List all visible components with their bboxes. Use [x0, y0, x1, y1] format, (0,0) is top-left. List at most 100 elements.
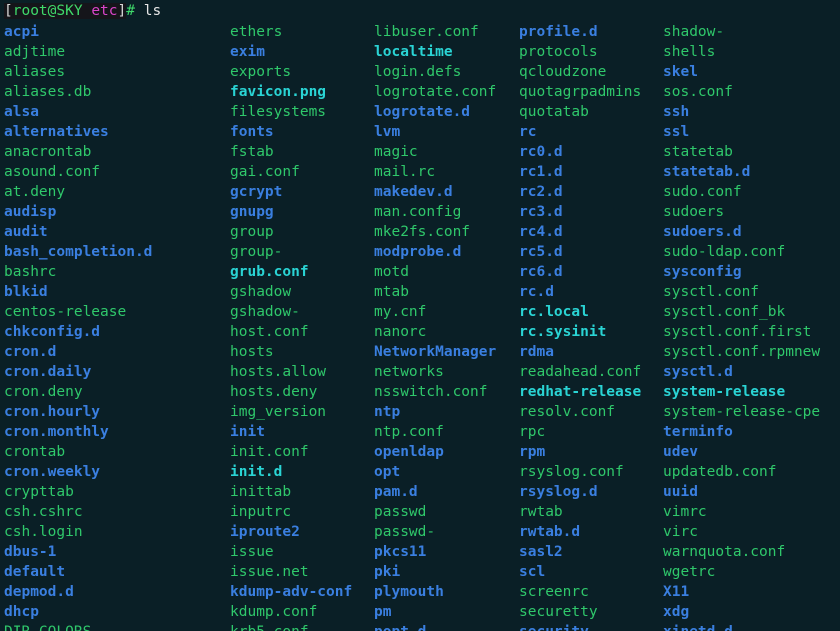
ls-entry: acpi	[4, 24, 39, 40]
ls-entry: grub.conf	[230, 264, 309, 280]
ls-entry: rwtab	[519, 504, 563, 520]
ls-entry: init	[230, 424, 265, 440]
ls-entry: statetab.d	[663, 164, 751, 180]
ls-entry: rsyslog.conf	[519, 464, 624, 480]
ls-entry: sysctl.conf_bk	[663, 304, 786, 320]
ls-entry: lvm	[374, 124, 401, 140]
ls-entry: gcrypt	[230, 184, 283, 200]
ls-entry: sasl2	[519, 544, 563, 560]
ls-entry: inittab	[230, 484, 292, 500]
ls-entry: updatedb.conf	[663, 464, 777, 480]
ls-entry: group	[230, 224, 274, 240]
ls-entry: xdg	[663, 604, 690, 620]
ls-entry: sudoers.d	[663, 224, 742, 240]
ls-entry: sudoers	[663, 204, 725, 220]
ls-entry: popt.d	[374, 622, 496, 631]
ls-entry: csh.cshrc	[4, 504, 83, 520]
ls-entry: quotagrpadmins	[519, 84, 642, 100]
ls-entry: pki	[374, 564, 401, 580]
ls-entry: openldap	[374, 444, 444, 460]
ls-entry: rwtab.d	[519, 524, 581, 540]
ls-column-1: ethers exim exports favicon.png filesystems f…	[230, 22, 352, 631]
ls-entry: adjtime	[4, 44, 66, 60]
ls-entry: rc2.d	[519, 184, 563, 200]
ls-entry: DIR_COLORS	[4, 622, 170, 631]
ls-entry: chkconfig.d	[4, 324, 101, 340]
ls-entry: sudo-ldap.conf	[663, 244, 786, 260]
ls-entry: cron.weekly	[4, 464, 101, 480]
ls-entry: terminfo	[663, 424, 733, 440]
ls-entry: hosts	[230, 344, 274, 360]
ls-entry: pkcs11	[374, 544, 427, 560]
ls-entry: asound.conf	[4, 164, 101, 180]
ls-entry: sysctl.conf.first	[663, 324, 812, 340]
ls-entry: ssl	[663, 124, 690, 140]
ls-entry: uuid	[663, 484, 698, 500]
ls-entry: resolv.conf	[519, 404, 616, 420]
ls-entry: cron.daily	[4, 364, 92, 380]
terminal-window[interactable]: [root@SKY etc]# ls acpi adjtime aliases ali…	[0, 0, 840, 631]
ls-entry: group-	[230, 244, 283, 260]
ls-entry: readahead.conf	[519, 364, 642, 380]
ls-entry: wgetrc	[663, 564, 716, 580]
ls-entry: issue.net	[230, 564, 309, 580]
ls-entry: shells	[663, 44, 716, 60]
ls-column-0: acpi adjtime aliases aliases.db alsa alternat…	[4, 22, 170, 631]
ls-entry: img_version	[230, 404, 327, 420]
ls-entry: audit	[4, 224, 48, 240]
ls-entry: krb5.conf	[230, 622, 352, 631]
ls-entry: rc.d	[519, 284, 554, 300]
ls-entry: logrotate.d	[374, 104, 471, 120]
ls-entry: system-release-cpe	[663, 404, 821, 420]
ls-entry: cron.d	[4, 344, 57, 360]
ls-entry: alternatives	[4, 124, 109, 140]
ls-entry: ssh	[663, 104, 690, 120]
ls-output: acpi adjtime aliases aliases.db alsa alternat…	[0, 22, 840, 631]
ls-entry: NetworkManager	[374, 344, 497, 360]
ls-entry: pm	[374, 604, 392, 620]
ls-entry: makedev.d	[374, 184, 453, 200]
ls-entry: favicon.png	[230, 84, 327, 100]
ls-entry: aliases.db	[4, 84, 92, 100]
ls-entry: at.deny	[4, 184, 66, 200]
shell-prompt-line: [root@SKY etc]# ls	[4, 1, 161, 21]
ls-entry: sysctl.d	[663, 364, 733, 380]
ls-entry: inputrc	[230, 504, 292, 520]
ls-entry: default	[4, 564, 66, 580]
ls-entry: rc3.d	[519, 204, 563, 220]
ls-entry: host.conf	[230, 324, 309, 340]
ls-entry: quotatab	[519, 104, 589, 120]
ls-entry: X11	[663, 584, 690, 600]
ls-entry: opt	[374, 464, 401, 480]
ls-column-3: profile.d protocols qcloudzone quotagrpadmi…	[519, 22, 641, 631]
ls-entry: ethers	[230, 24, 283, 40]
ls-entry: udev	[663, 444, 698, 460]
ls-entry: sudo.conf	[663, 184, 742, 200]
ls-entry: blkid	[4, 284, 48, 300]
prompt-user-host: root@SKY	[12, 3, 83, 19]
ls-entry: rdma	[519, 344, 554, 360]
ls-entry: pam.d	[374, 484, 418, 500]
ls-entry: rc0.d	[519, 144, 563, 160]
ls-entry: hosts.deny	[230, 384, 318, 400]
ls-entry: depmod.d	[4, 584, 74, 600]
prompt-command-text: ls	[143, 3, 162, 19]
ls-entry: aliases	[4, 64, 66, 80]
prompt-open-bracket: [	[4, 3, 13, 19]
ls-entry: sysctl.conf	[663, 284, 760, 300]
ls-entry: crypttab	[4, 484, 74, 500]
ls-entry: vimrc	[663, 504, 707, 520]
ls-entry: motd	[374, 264, 409, 280]
ls-entry: redhat-release	[519, 384, 642, 400]
ls-entry: mail.rc	[374, 164, 436, 180]
ls-entry: sos.conf	[663, 84, 733, 100]
ls-entry: rpc	[519, 424, 546, 440]
ls-entry: statetab	[663, 144, 733, 160]
ls-entry: hosts.allow	[230, 364, 327, 380]
ls-entry: centos-release	[4, 304, 127, 320]
ls-entry: nanorc	[374, 324, 427, 340]
ls-entry: logrotate.conf	[374, 84, 497, 100]
ls-entry: passwd	[374, 504, 427, 520]
ls-entry: plymouth	[374, 584, 444, 600]
